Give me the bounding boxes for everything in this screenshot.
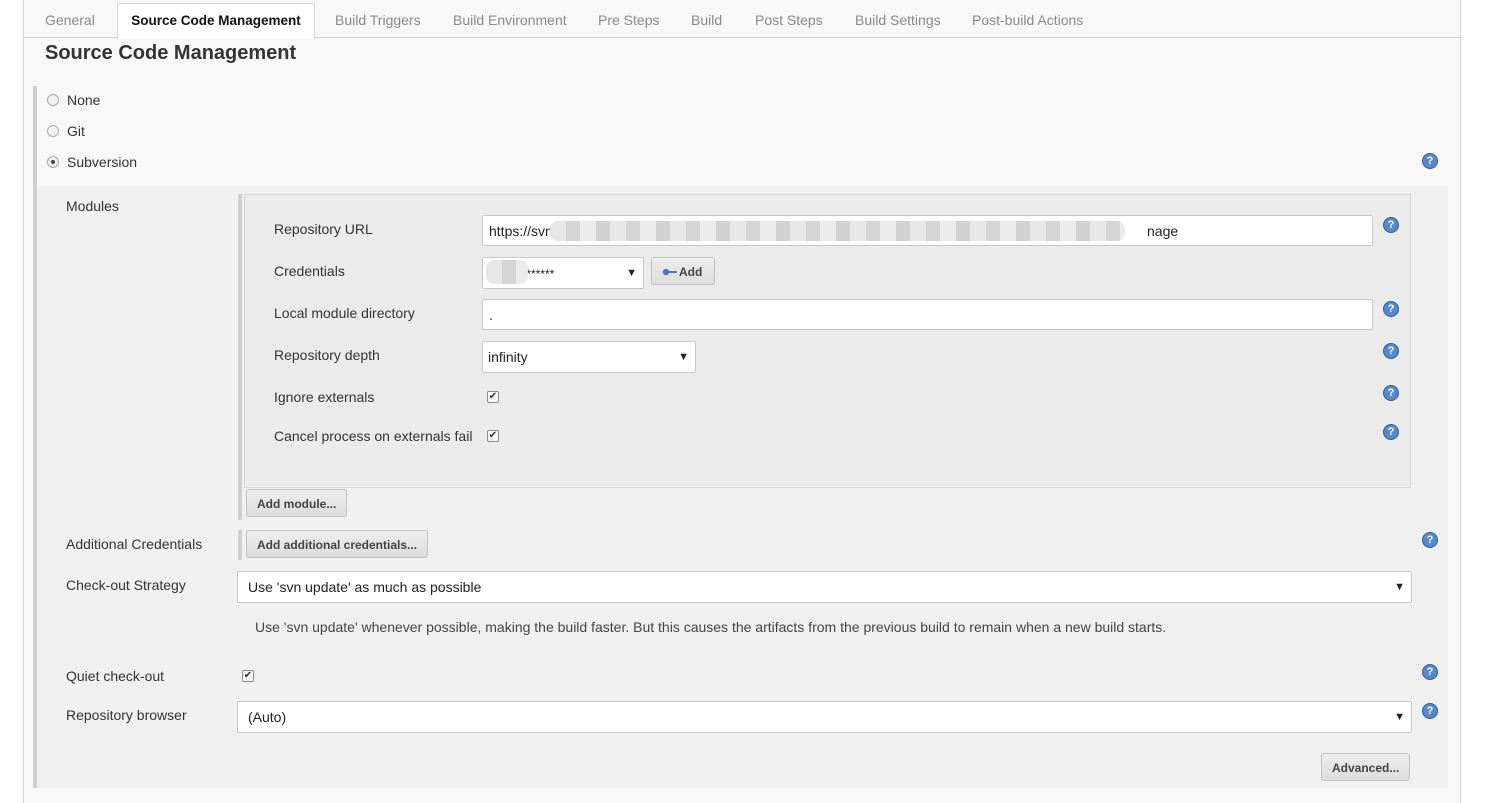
chevron-down-icon: ▼	[626, 267, 637, 279]
local-module-directory-help-icon[interactable]: ?	[1383, 301, 1399, 317]
config-panel: General Source Code Management Build Tri…	[23, 0, 1461, 803]
repository-url-suffix: nage	[1147, 223, 1179, 239]
ignore-externals-label: Ignore externals	[274, 389, 375, 405]
tab-build-settings[interactable]: Build Settings	[855, 0, 941, 37]
tab-build[interactable]: Build	[691, 0, 722, 37]
ignore-externals-help-icon[interactable]: ?	[1383, 385, 1399, 401]
tab-build-environment[interactable]: Build Environment	[453, 0, 567, 37]
tab-general[interactable]: General	[45, 0, 95, 37]
chevron-down-icon: ▼	[678, 351, 689, 363]
quiet-checkout-checkbox[interactable]: ✔	[242, 670, 254, 682]
radio-none[interactable]: None	[47, 89, 100, 111]
repository-depth-help-icon[interactable]: ?	[1383, 343, 1399, 359]
modules-label: Modules	[66, 198, 119, 214]
quiet-checkout-help-icon[interactable]: ?	[1422, 664, 1438, 680]
key-icon	[662, 268, 677, 276]
tab-pre-steps[interactable]: Pre Steps	[598, 0, 659, 37]
repository-depth-select[interactable]: infinity ▼	[482, 341, 696, 373]
checkout-strategy-description: Use 'svn update' whenever possible, maki…	[255, 619, 1167, 635]
checkout-strategy-label: Check-out Strategy	[66, 577, 186, 593]
repository-url-help-icon[interactable]: ?	[1383, 217, 1399, 233]
radio-subversion-label: Subversion	[67, 154, 138, 170]
add-credentials-button[interactable]: Add	[651, 257, 715, 285]
repository-url-label: Repository URL	[274, 221, 373, 237]
redacted-url-blur	[550, 221, 1125, 241]
checkout-strategy-value: Use 'svn update' as much as possible	[248, 579, 482, 595]
credentials-label: Credentials	[274, 263, 345, 279]
cancel-externals-label: Cancel process on externals fail	[274, 428, 473, 444]
repository-browser-label: Repository browser	[66, 707, 187, 723]
tab-post-steps[interactable]: Post Steps	[755, 0, 823, 37]
repository-browser-value: (Auto)	[248, 709, 287, 725]
radio-git-label: Git	[67, 123, 85, 139]
subversion-help-icon[interactable]: ?	[1422, 153, 1438, 169]
checkout-strategy-select[interactable]: Use 'svn update' as much as possible ▼	[237, 571, 1412, 603]
add-module-button[interactable]: Add module...	[246, 489, 348, 517]
radio-subversion-circle[interactable]	[47, 156, 59, 168]
repository-browser-select[interactable]: (Auto) ▼	[237, 701, 1412, 733]
radio-none-label: None	[67, 92, 101, 108]
tab-bar: General Source Code Management Build Tri…	[24, 0, 1460, 39]
repository-url-prefix: https://svn	[489, 223, 553, 239]
tab-source-code-management[interactable]: Source Code Management	[117, 3, 315, 39]
chevron-down-icon: ▼	[1394, 711, 1405, 723]
quiet-checkout-label: Quiet check-out	[66, 668, 165, 684]
repository-browser-help-icon[interactable]: ?	[1422, 703, 1438, 719]
cancel-externals-help-icon[interactable]: ?	[1383, 424, 1399, 440]
modules-left-bar	[238, 194, 242, 520]
local-module-directory-input[interactable]: .	[482, 299, 1373, 330]
add-additional-credentials-button[interactable]: Add additional credentials...	[246, 530, 429, 558]
repository-depth-value: infinity	[488, 349, 528, 365]
cancel-externals-checkbox[interactable]: ✔	[487, 430, 499, 442]
local-module-directory-label: Local module directory	[274, 305, 415, 321]
redacted-credentials-blur	[486, 260, 528, 284]
additional-credentials-help-icon[interactable]: ?	[1422, 532, 1438, 548]
ignore-externals-checkbox[interactable]: ✔	[487, 391, 499, 403]
chevron-down-icon: ▼	[1394, 581, 1405, 593]
tab-build-triggers[interactable]: Build Triggers	[335, 0, 421, 37]
additional-credentials-label: Additional Credentials	[66, 536, 203, 552]
repository-depth-label: Repository depth	[274, 347, 380, 363]
advanced-button[interactable]: Advanced...	[1321, 753, 1411, 781]
section-title: Source Code Management	[45, 42, 297, 64]
radio-subversion[interactable]: Subversion	[47, 151, 137, 173]
add-button-label: Add	[679, 265, 703, 279]
tab-post-build-actions[interactable]: Post-build Actions	[972, 0, 1083, 37]
additional-credentials-bar	[238, 530, 242, 560]
radio-git-circle[interactable]	[47, 125, 59, 137]
radio-none-circle[interactable]	[47, 94, 59, 106]
radio-git[interactable]: Git	[47, 120, 85, 142]
